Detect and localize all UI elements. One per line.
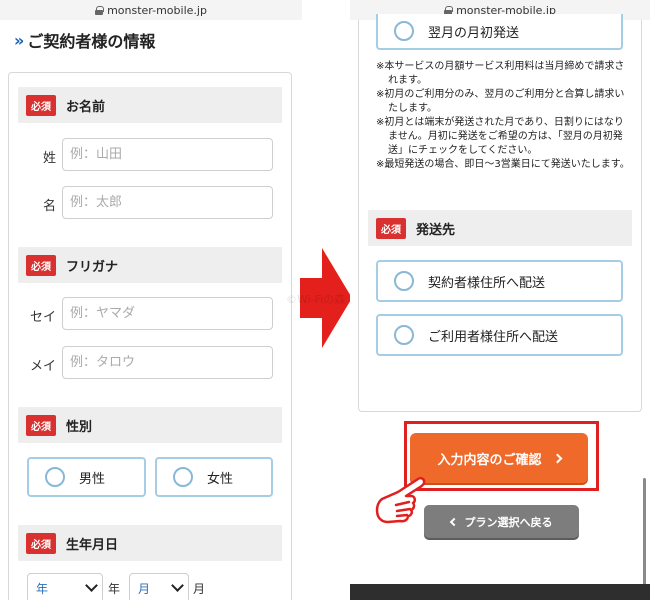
birth-month-value: 月 [138,581,151,596]
first-name-kana-label: メイ [29,359,56,374]
chevron-down-icon [85,579,98,592]
back-to-plan-button[interactable]: プラン選択へ戻る [424,505,579,538]
name-field-header: 必須 お名前 [18,87,282,123]
radio-circle-icon [173,467,193,487]
note-item: ※初月とは端末が発送された月であり、日割りにはなりません。月初に発送をご希望の方… [376,117,624,156]
required-badge: 必須 [26,414,56,436]
gender-option-label: 女性 [207,471,234,487]
radio-circle-icon [394,271,414,291]
gender-option-male[interactable]: 男性 [27,457,146,497]
first-name-kana-input[interactable] [62,346,273,379]
kana-label: フリガナ [66,259,119,275]
birth-year-select[interactable]: 年 [27,573,103,600]
required-badge: 必須 [26,532,56,554]
note-item: ※本サービスの月額サービス利用料は当月締めで請求されます。 [376,61,625,86]
gender-option-female[interactable]: 女性 [155,457,273,497]
confirm-input-button[interactable]: 入力内容のご確認 [410,433,588,483]
note-item: ※最短発送の場合、即日〜3営業日にて発送いたします。 [376,159,630,170]
ship-option-label: ご利用者様住所へ配送 [428,329,559,345]
shipping-timing-option-next-month[interactable]: 翌月の月初発送 [376,14,623,50]
footer-bar [350,584,650,600]
confirm-button-label: 入力内容のご確認 [437,452,542,468]
ship-to-contract-address-option[interactable]: 契約者様住所へ配送 [376,260,623,302]
chevron-right-icon [552,453,562,463]
required-badge: 必須 [376,217,406,239]
chevron-left-icon [449,517,458,526]
address-bar-domain: monster-mobile.jp [107,3,207,17]
last-name-label: 姓 [42,151,56,166]
kana-field-header: 必須 フリガナ [18,247,282,283]
gender-option-label: 男性 [79,471,106,487]
back-button-label: プラン選択へ戻る [464,515,553,529]
name-label: お名前 [66,99,106,115]
note-item: ※初月のご利用分のみ、翌月のご利用分と合算し請求いたします。 [376,89,625,114]
last-name-kana-input[interactable] [62,297,273,330]
required-badge: 必須 [26,254,56,276]
gender-field-header: 必須 性別 [18,407,282,443]
last-name-kana-label: セイ [29,310,56,325]
birth-year-value: 年 [36,581,49,596]
address-bar[interactable]: monster-mobile.jp [0,0,302,20]
gender-label: 性別 [66,419,93,435]
birth-year-suffix: 年 [108,582,121,596]
watermark: ©Wi-Fiの森 [286,293,346,306]
section-title-text: ご契約者様の情報 [27,32,156,51]
right-scrollbar[interactable] [643,478,646,588]
double-chevron-icon: » [14,30,24,50]
last-name-input[interactable] [62,138,273,171]
radio-circle-icon [394,325,414,345]
shipping-timing-label: 翌月の月初発送 [428,25,520,41]
ship-option-label: 契約者様住所へ配送 [428,275,546,291]
first-name-input[interactable] [62,186,273,219]
radio-circle-icon [45,467,65,487]
birth-month-suffix: 月 [193,582,206,596]
chevron-down-icon [171,579,184,592]
shipping-notes: ※本サービスの月額サービス利用料は当月締めで請求されます。 ※初月のご利用分のみ… [376,60,632,172]
ship-to-user-address-option[interactable]: ご利用者様住所へ配送 [376,314,623,356]
section-title: » ご契約者様の情報 [14,28,155,52]
shipping-address-label: 発送先 [416,222,456,238]
first-name-label: 名 [42,199,56,214]
shipping-address-header: 必須 発送先 [368,210,632,246]
birthday-label: 生年月日 [66,537,119,553]
birthday-field-header: 必須 生年月日 [18,525,282,561]
lock-icon [95,5,105,15]
radio-circle-icon [394,21,414,41]
pointing-hand-icon [375,476,426,524]
required-badge: 必須 [26,94,56,116]
birth-month-select[interactable]: 月 [129,573,189,600]
